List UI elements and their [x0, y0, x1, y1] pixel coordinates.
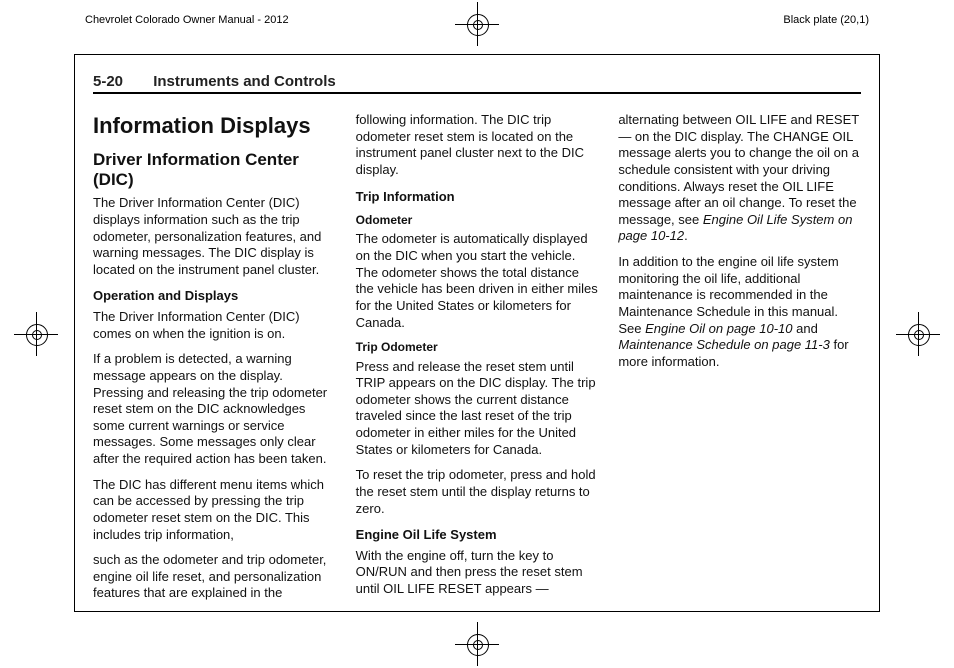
body-text: If a problem is detected, a warning mess… [93, 351, 336, 467]
body-text: The Driver Information Center (DIC) come… [93, 309, 336, 342]
registration-mark [22, 320, 50, 348]
crop-mark-left [22, 320, 50, 348]
body-text: The DIC has different menu items which c… [93, 477, 336, 544]
printer-header: Chevrolet Colorado Owner Manual - 2012 B… [85, 14, 869, 26]
body-text: In addition to the engine oil life syste… [618, 254, 861, 370]
running-head: 5-20 Instruments and Controls [93, 73, 861, 94]
heading-operation: Operation and Displays [93, 288, 336, 305]
crop-mark-right [904, 320, 932, 348]
page-number: 5-20 [93, 73, 123, 90]
heading-odometer: Odometer [356, 213, 599, 228]
body-text: The odometer is automatically displayed … [356, 231, 599, 331]
body-text: To reset the trip odometer, press and ho… [356, 467, 599, 517]
xref-maintenance-schedule: Maintenance Schedule on page 11‑3 [618, 337, 830, 352]
body-text-run: . [684, 228, 688, 243]
registration-mark [463, 630, 491, 658]
manual-title: Chevrolet Colorado Owner Manual - 2012 [85, 14, 289, 26]
plate-info: Black plate (20,1) [783, 14, 869, 26]
section-title: Instruments and Controls [153, 73, 336, 90]
heading-information-displays: Information Displays [93, 112, 336, 140]
heading-trip-information: Trip Information [356, 189, 599, 206]
heading-dic: Driver Information Center (DIC) [93, 150, 336, 189]
xref-engine-oil: Engine Oil on page 10‑10 [645, 321, 792, 336]
body-text-run: and [793, 321, 818, 336]
body-text: The Driver Information Center (DIC) disp… [93, 195, 336, 278]
body-columns: Information Displays Driver Information … [93, 112, 861, 604]
page-frame: 5-20 Instruments and Controls Informatio… [74, 54, 880, 612]
registration-mark [904, 320, 932, 348]
heading-trip-odometer: Trip Odometer [356, 340, 599, 355]
crop-mark-bottom [457, 630, 497, 658]
body-text: Press and release the reset stem until T… [356, 359, 599, 459]
heading-engine-oil-life: Engine Oil Life System [356, 527, 599, 544]
